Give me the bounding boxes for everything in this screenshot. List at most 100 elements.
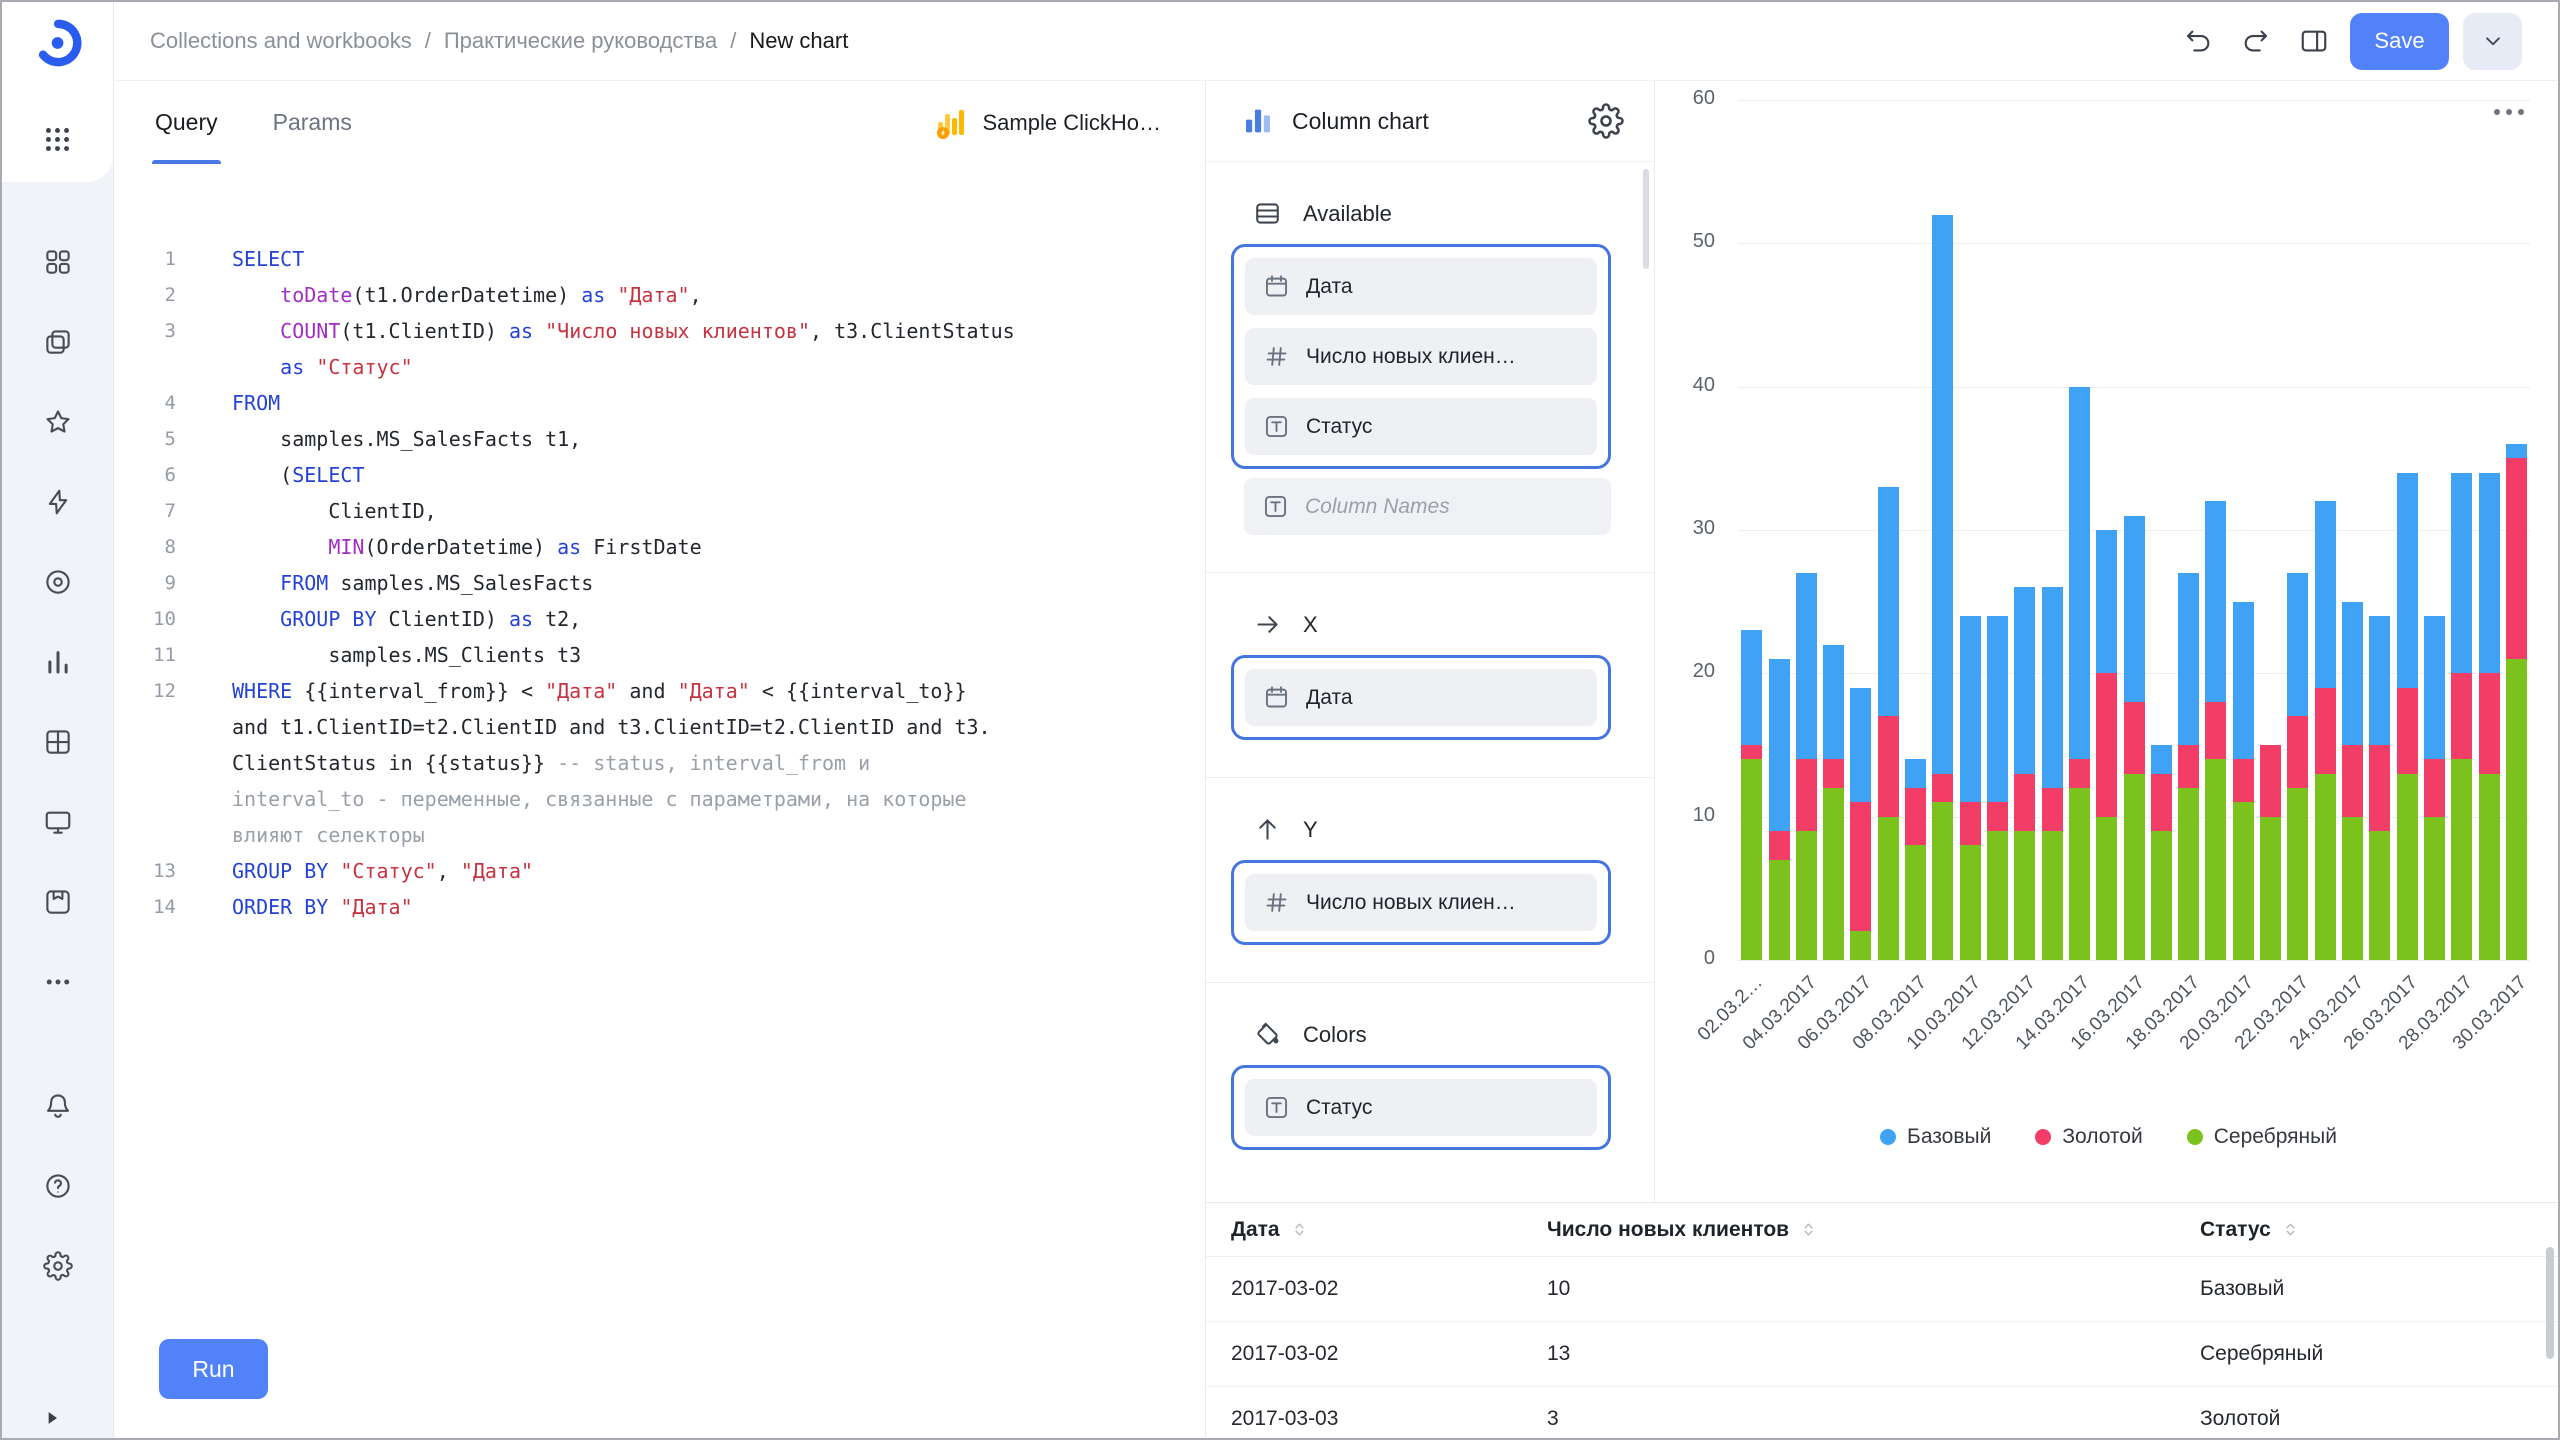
line-number: 6: [114, 457, 176, 493]
bar-segment: [2205, 702, 2226, 759]
topbar: Collections and workbooks / Практические р…: [114, 2, 2558, 81]
bar-segment: [2096, 673, 2117, 816]
bar-segment: [2014, 587, 2035, 773]
line-number: 10: [114, 601, 176, 637]
bell-icon[interactable]: [43, 1091, 73, 1121]
legend-item[interactable]: Серебряный: [2187, 1125, 2337, 1149]
redo-button[interactable]: [2234, 19, 2278, 63]
bar-segment: [2178, 573, 2199, 745]
sidebar-item-squares[interactable]: [43, 247, 73, 277]
table-header-cell[interactable]: Дата: [1206, 1218, 1522, 1242]
field-chip[interactable]: Статус: [1245, 398, 1597, 455]
sidebar-item-grid[interactable]: [43, 727, 73, 757]
type-icon: [1263, 413, 1290, 440]
field-chip[interactable]: Число новых клиен…: [1245, 874, 1597, 931]
bar-segment: [2042, 587, 2063, 788]
bar-segment: [1987, 616, 2008, 802]
bar-segment: [2124, 702, 2145, 774]
sidebar-item-target[interactable]: [43, 567, 73, 597]
run-button[interactable]: Run: [159, 1339, 268, 1399]
sidebar-item-bolt[interactable]: [43, 487, 73, 517]
bar-segment: [1987, 831, 2008, 960]
tab-params-label: Params: [273, 109, 352, 136]
field-chip[interactable]: Дата: [1245, 258, 1597, 315]
code-line: as "Статус": [114, 349, 1197, 385]
field-dropzone[interactable]: Статус: [1231, 1065, 1611, 1150]
legend-label: Золотой: [2062, 1125, 2142, 1149]
save-button[interactable]: Save: [2350, 13, 2449, 70]
field-chip[interactable]: Дата: [1245, 669, 1597, 726]
chart-type-title: Column chart: [1292, 108, 1429, 135]
sidebar-collapse-icon[interactable]: [42, 1408, 62, 1428]
bar-segment: [1932, 215, 1953, 774]
line-number: [114, 817, 176, 853]
line-number: 12: [114, 673, 176, 709]
line-number: 8: [114, 529, 176, 565]
code-line: 7 ClientID,: [114, 493, 1197, 529]
config-scrollbar[interactable]: [1643, 169, 1649, 269]
redo-icon: [2241, 26, 2271, 56]
section-header-available: Available: [1253, 199, 1654, 228]
query-editor-panel: Query Params Sample ClickHo… 1SELECT2 to…: [114, 81, 1205, 1438]
apps-grid-icon[interactable]: [42, 124, 73, 155]
line-number: 13: [114, 853, 176, 889]
line-number: [114, 745, 176, 781]
sidebar-nav: [2, 247, 113, 997]
line-number: 7: [114, 493, 176, 529]
bar-segment: [1796, 831, 1817, 960]
sidebar-item-monitor[interactable]: [43, 807, 73, 837]
sidebar-item-copy[interactable]: [43, 327, 73, 357]
undo-button[interactable]: [2176, 19, 2220, 63]
legend-item[interactable]: Базовый: [1880, 1125, 1991, 1149]
code-line: 6 (SELECT: [114, 457, 1197, 493]
tab-query[interactable]: Query: [155, 81, 218, 164]
bar-segment: [1850, 802, 1871, 931]
question-icon[interactable]: [43, 1171, 73, 1201]
bar-segment: [1932, 802, 1953, 960]
breadcrumb-item[interactable]: Практические руководства: [444, 28, 717, 54]
settings-gear-icon[interactable]: [1588, 103, 1624, 139]
bar-segment: [2124, 774, 2145, 960]
legend-label: Серебряный: [2214, 1125, 2337, 1149]
gear-icon[interactable]: [43, 1251, 73, 1281]
field-dropzone[interactable]: Дата Число новых клиен… Статус: [1231, 244, 1611, 469]
bar-segment: [2178, 788, 2199, 960]
tab-params[interactable]: Params: [273, 81, 352, 164]
bar-segment: [2233, 759, 2254, 802]
bar-segment: [2233, 802, 2254, 960]
bar-segment: [2479, 673, 2500, 773]
save-menu-button[interactable]: [2463, 13, 2522, 70]
sql-editor[interactable]: 1SELECT2 toDate(t1.OrderDatetime) as "Да…: [114, 241, 1197, 925]
sidebar-item-bar-chart[interactable]: [43, 647, 73, 677]
legend-dot: [1880, 1129, 1896, 1145]
dataset-selector[interactable]: Sample ClickHo…: [933, 81, 1162, 164]
history-panel-button[interactable]: [2292, 19, 2336, 63]
field-chip[interactable]: Статус: [1245, 1079, 1597, 1136]
field-dropzone[interactable]: Число новых клиен…: [1231, 860, 1611, 945]
field-chip[interactable]: Column Names: [1244, 478, 1611, 535]
table-header-cell[interactable]: Число новых клиентов: [1522, 1218, 2175, 1242]
sidebar-item-ellipsis[interactable]: [43, 967, 73, 997]
sidebar-item-box[interactable]: [43, 887, 73, 917]
bar-segment: [1769, 659, 1790, 831]
bar-segment: [2096, 530, 2117, 673]
tab-query-label: Query: [155, 109, 218, 136]
bar-segment: [1960, 802, 1981, 845]
bar-segment: [2205, 759, 2226, 960]
bar-segment: [2506, 458, 2527, 659]
bar-segment: [1878, 487, 1899, 716]
field-chip[interactable]: Число новых клиен…: [1245, 328, 1597, 385]
field-dropzone[interactable]: Дата: [1231, 655, 1611, 740]
table-header-cell[interactable]: Статус: [2175, 1218, 2558, 1242]
breadcrumb-separator: /: [730, 28, 736, 54]
section-title: Y: [1303, 817, 1318, 843]
bar-segment: [1769, 831, 1790, 860]
sidebar-item-star[interactable]: [43, 407, 73, 437]
bar-segment: [2151, 831, 2172, 960]
table-cell: Серебряный: [2175, 1342, 2558, 1366]
datalens-logo-icon[interactable]: [30, 16, 84, 70]
bar-segment: [2369, 745, 2390, 831]
breadcrumb-item[interactable]: Collections and workbooks: [150, 28, 412, 54]
legend-item[interactable]: Золотой: [2035, 1125, 2142, 1149]
table-scrollbar[interactable]: [2546, 1247, 2554, 1359]
